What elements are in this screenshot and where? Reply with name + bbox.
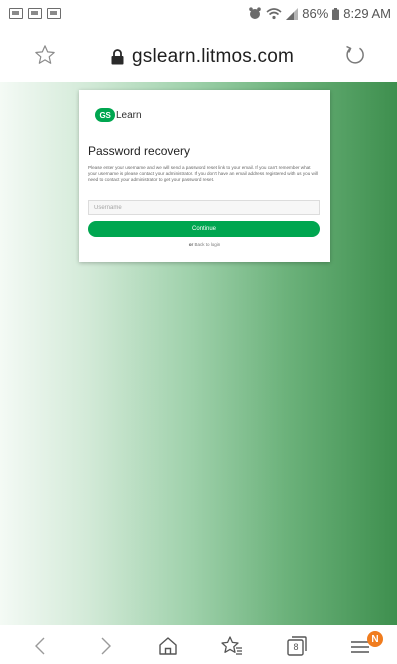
- gs-learn-logo: GS Learn: [95, 108, 142, 122]
- url-display[interactable]: gslearn.litmos.com: [111, 46, 294, 68]
- logo-badge: GS: [95, 108, 115, 122]
- wifi-icon: [266, 8, 282, 20]
- instructions-text: Please enter your username and we will s…: [88, 165, 318, 183]
- notification-badge: N: [367, 631, 383, 647]
- password-recovery-card: GS Learn Password recovery Please enter …: [79, 90, 330, 262]
- back-to-login-link[interactable]: Back to login: [195, 242, 221, 247]
- battery-percent: 86%: [302, 6, 329, 21]
- bookmark-star-icon[interactable]: [34, 44, 56, 71]
- username-input[interactable]: [88, 200, 320, 215]
- web-page-content: GS Learn Password recovery Please enter …: [0, 82, 397, 625]
- tab-count: 8: [293, 642, 299, 652]
- gallery-notification-icon: [28, 8, 42, 19]
- clock: 8:29 AM: [343, 6, 391, 21]
- gallery-notification-icon: [9, 8, 23, 19]
- system-status: 86% 8:29 AM: [248, 6, 391, 21]
- reload-icon[interactable]: [343, 43, 367, 72]
- status-bar: 86% 8:29 AM: [0, 0, 397, 30]
- back-arrow-icon[interactable]: [29, 634, 53, 658]
- signal-icon: [286, 7, 299, 20]
- bookmarks-icon[interactable]: [220, 634, 244, 658]
- tabs-icon[interactable]: 8: [285, 634, 309, 658]
- or-label: or: [188, 242, 194, 247]
- continue-button[interactable]: Continue: [88, 221, 320, 237]
- forward-arrow-icon[interactable]: [93, 634, 117, 658]
- alarm-icon: [249, 7, 262, 19]
- url-text: gslearn.litmos.com: [132, 46, 294, 67]
- browser-bottom-toolbar: 8: [0, 625, 397, 664]
- lock-icon: [111, 49, 124, 65]
- logo-text: Learn: [116, 109, 142, 121]
- battery-icon: [332, 7, 340, 20]
- browser-address-bar: gslearn.litmos.com: [0, 30, 397, 82]
- page-title: Password recovery: [88, 144, 191, 158]
- home-icon[interactable]: [156, 634, 180, 658]
- back-to-login-row: or Back to login: [79, 242, 330, 247]
- image-notification-icon: [47, 8, 61, 19]
- notification-icons: [9, 8, 61, 19]
